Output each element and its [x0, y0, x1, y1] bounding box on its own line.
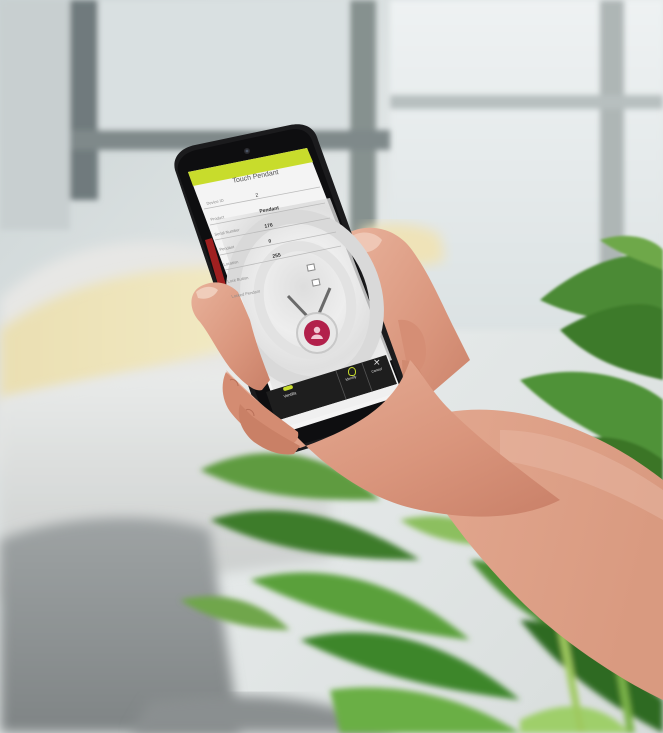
field-value-pendant[interactable]: 0 [268, 238, 272, 244]
close-icon[interactable]: × [373, 359, 382, 368]
checkbox-locked-pendant[interactable] [311, 278, 321, 287]
pendant-icon [297, 313, 337, 353]
photo-scene: Touch Pendant Device ID 2 Product Pendan… [0, 0, 663, 733]
field-value-device-id[interactable]: 2 [255, 192, 259, 198]
lightbulb-icon [348, 367, 356, 376]
checkbox-lock-button[interactable] [306, 263, 316, 272]
